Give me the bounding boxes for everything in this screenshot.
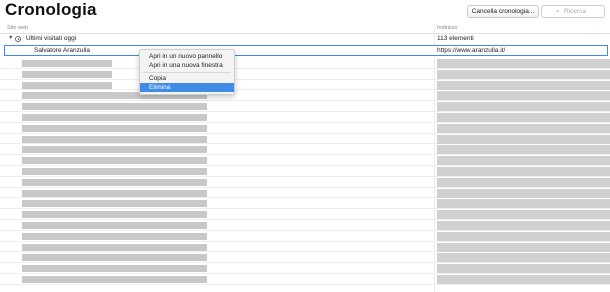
blurred-url [437,274,610,284]
history-row[interactable] [0,220,610,231]
menu-item-delete[interactable]: Elimina [140,83,234,92]
blurred-url [437,166,610,176]
column-header-site[interactable]: Sito web [7,25,28,31]
blurred-site [22,167,207,175]
history-row[interactable] [0,209,610,220]
history-row[interactable] [0,177,610,188]
search-input[interactable]: ⌕ Ricerca [541,5,605,18]
group-count: 113 elementi [437,35,474,42]
history-row[interactable] [0,69,610,80]
blurred-site [22,178,207,186]
blurred-url [437,112,610,122]
blurred-site [22,146,207,154]
clear-history-button[interactable]: Cancella cronologia... [467,5,539,18]
blurred-url [437,242,610,252]
menu-item-label: Apri in una nuova finestra [149,62,223,69]
blurred-site [22,243,207,251]
history-site-name: Salvatore Aranzulla [34,47,91,54]
history-row[interactable] [0,155,610,166]
blurred-url [437,156,610,166]
blurred-url [437,102,610,112]
history-row[interactable] [0,112,610,123]
blurred-site [22,157,207,165]
blurred-site [22,200,207,208]
history-list [0,58,610,285]
clock-icon [15,36,21,42]
blurred-site [22,70,112,78]
blurred-url [437,253,610,263]
blurred-url [437,264,610,274]
blurred-site [22,189,207,197]
search-placeholder: Ricerca [564,8,587,15]
menu-item-label: Copia [149,75,166,82]
history-url: https://www.aranzulla.it/ [437,47,506,54]
blurred-url [437,145,610,155]
blurred-site [22,211,207,219]
blurred-url [437,134,610,144]
menu-item-copy[interactable]: Copia [140,74,234,83]
search-icon: ⌕ [556,8,560,15]
blurred-url [437,210,610,220]
blurred-url [437,231,610,241]
blurred-url [437,220,610,230]
blurred-site [22,135,207,143]
history-row[interactable] [0,123,610,134]
blurred-url [437,188,610,198]
blurred-site [22,254,207,262]
history-row[interactable] [0,274,610,285]
history-row[interactable] [0,242,610,253]
selected-history-row[interactable]: Salvatore Aranzulla https://www.aranzull… [4,45,608,56]
history-row[interactable] [0,80,610,91]
blurred-site [22,124,207,132]
menu-separator [143,72,231,73]
blurred-site [22,232,207,240]
history-row[interactable] [0,90,610,102]
blurred-site [22,265,207,273]
blurred-url [437,69,610,79]
menu-item-open-new-tab[interactable]: Apri in un nuovo pannello [140,52,234,61]
blurred-url [437,91,610,101]
column-header-address[interactable]: Indirizzo [437,25,457,31]
history-row[interactable] [0,263,610,274]
blurred-url [437,123,610,133]
history-row[interactable] [0,134,610,145]
history-row[interactable] [0,188,610,199]
blurred-site [22,60,112,67]
history-row[interactable] [0,252,610,264]
history-row[interactable] [0,166,610,177]
blurred-url [437,80,610,90]
blurred-site [22,221,207,229]
disclosure-triangle-icon[interactable]: ▼ [8,35,13,41]
history-row[interactable] [0,198,610,210]
history-row[interactable] [0,58,610,69]
page-title: Cronologia [5,0,97,19]
blurred-url [437,177,610,187]
history-row[interactable] [0,231,610,242]
menu-item-label: Elimina [149,84,171,91]
blurred-site [22,275,207,283]
blurred-site [22,103,207,111]
blurred-site [22,81,112,89]
history-group-row[interactable]: ▼ Ultimi visitati oggi 113 elementi [0,34,610,45]
context-menu: Apri in un nuovo pannello Apri in una nu… [139,49,235,95]
menu-item-open-new-window[interactable]: Apri in una nuova finestra [140,61,234,70]
blurred-url [437,199,610,209]
history-row[interactable] [0,144,610,156]
blurred-site [22,113,207,121]
blurred-url [437,59,610,68]
menu-item-label: Apri in un nuovo pannello [149,53,223,60]
group-label: Ultimi visitati oggi [26,35,77,42]
history-row[interactable] [0,101,610,112]
